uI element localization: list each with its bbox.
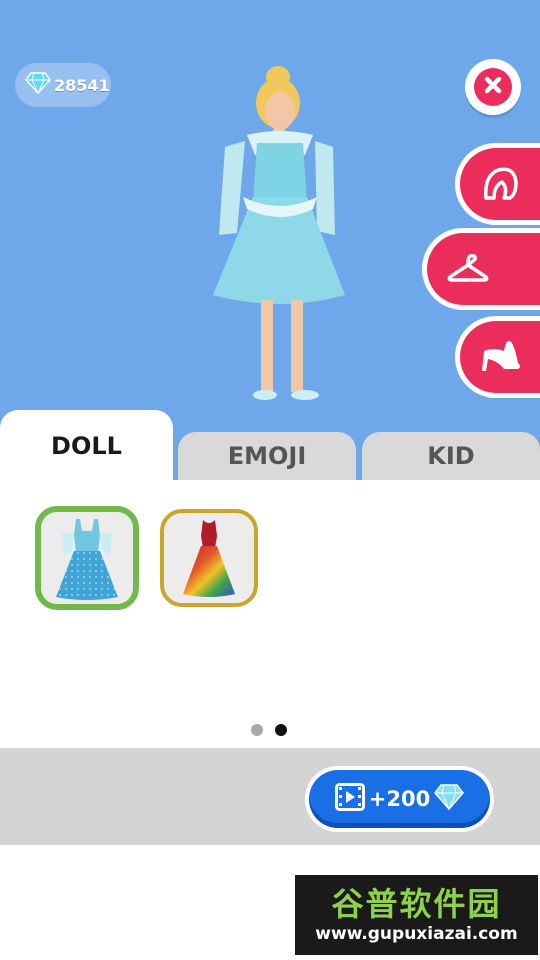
watermark-title: 谷普软件园 xyxy=(331,885,502,923)
video-ad-icon xyxy=(334,783,365,815)
category-clothes-button[interactable] xyxy=(422,228,540,310)
watch-ad-reward-button[interactable]: +200 xyxy=(305,766,494,832)
doll-character xyxy=(213,66,345,400)
diamond-icon xyxy=(434,784,465,814)
gem-count: 28541 xyxy=(54,75,110,95)
outfit-item-tie-dye-dress[interactable] xyxy=(160,509,258,607)
site-watermark: 谷普软件园 www.gupuxiazai.com xyxy=(295,875,538,955)
reward-label: +200 xyxy=(368,787,431,811)
tie-dye-dress-image xyxy=(183,520,235,597)
tab-kid[interactable]: KID xyxy=(362,432,540,480)
close-icon xyxy=(483,75,503,99)
category-hair-button[interactable] xyxy=(455,143,540,225)
hanger-icon xyxy=(447,250,489,288)
high-heel-icon xyxy=(480,337,522,377)
hair-icon xyxy=(480,164,520,204)
page-dot-1[interactable] xyxy=(251,724,263,736)
diamond-icon xyxy=(25,72,51,98)
close-button[interactable] xyxy=(465,59,521,115)
blue-gown-image xyxy=(56,519,118,600)
page-dot-2[interactable] xyxy=(275,724,287,736)
tab-emoji[interactable]: EMOJI xyxy=(178,432,356,480)
category-shoes-button[interactable] xyxy=(455,316,540,398)
gem-counter: 28541 xyxy=(15,63,111,107)
outfit-item-blue-gown[interactable] xyxy=(35,506,139,610)
watermark-url: www.gupuxiazai.com xyxy=(315,924,518,944)
tab-doll[interactable]: DOLL xyxy=(0,410,173,482)
page-indicator xyxy=(251,724,287,736)
